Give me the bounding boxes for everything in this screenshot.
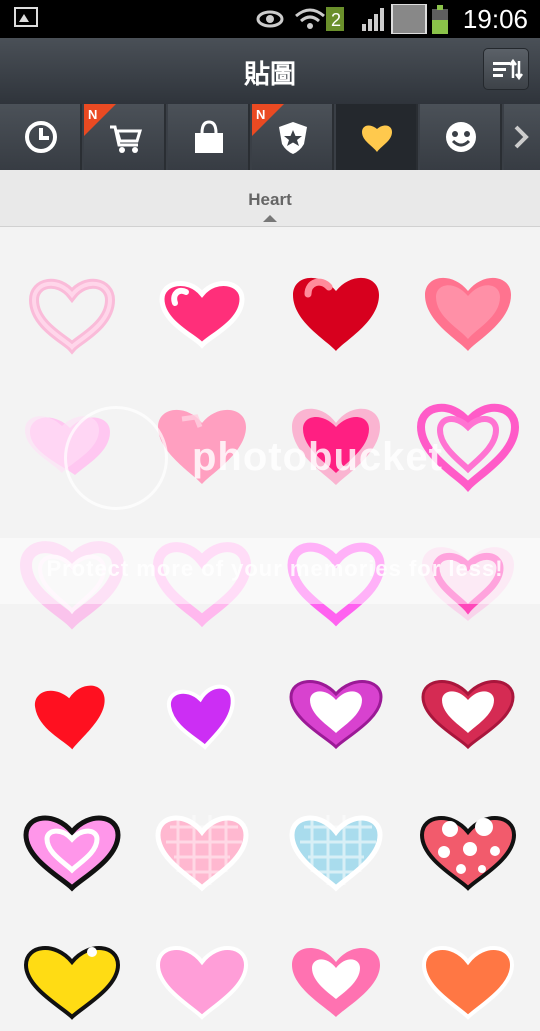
sticker-heart-purple[interactable]	[150, 659, 254, 763]
face-icon	[446, 122, 476, 152]
sticker-heart-pink-ring-partial[interactable]	[284, 927, 388, 1031]
heart-icon	[362, 125, 392, 152]
tab-premium[interactable]: N	[252, 104, 334, 170]
sort-button[interactable]	[483, 48, 529, 90]
chevron-right-icon	[514, 125, 529, 149]
app-header: 貼圖	[0, 38, 540, 104]
watermark-ring	[64, 406, 168, 510]
clock-time: 19:06	[462, 4, 528, 34]
eye-icon	[256, 10, 284, 28]
sticker-heart-orange-partial[interactable]	[416, 927, 520, 1031]
clock-icon	[25, 121, 57, 153]
tabs-scroll-next[interactable]	[504, 104, 540, 170]
sticker-tabs: N N	[0, 104, 540, 170]
cart-icon	[110, 125, 143, 153]
tab-heart[interactable]	[336, 104, 418, 170]
sticker-heart-glossy-pink[interactable]	[150, 257, 254, 361]
new-badge-text: N	[88, 107, 98, 122]
sticker-heart-polka-dot[interactable]	[416, 797, 520, 901]
category-label: Heart	[248, 190, 292, 209]
sticker-heart-red-flat[interactable]	[20, 659, 124, 763]
sticker-heart-red-ring[interactable]	[416, 659, 520, 763]
tab-purchased[interactable]	[168, 104, 250, 170]
gallery-notification-icon	[14, 7, 38, 27]
sticker-heart-outline[interactable]	[20, 257, 124, 361]
page-title: 貼圖	[243, 59, 296, 89]
new-badge-text: N	[256, 107, 266, 122]
tab-recent[interactable]	[0, 104, 82, 170]
sticker-heart-glossy-red[interactable]	[284, 257, 388, 361]
sticker-heart-outlined[interactable]	[20, 797, 124, 901]
screen-icon	[391, 4, 427, 34]
sticker-heart-pink-plaid[interactable]	[150, 797, 254, 901]
sticker-heart-light-pink[interactable]	[416, 257, 520, 361]
signal-icon	[362, 8, 384, 31]
wifi-icon	[295, 8, 325, 29]
battery-icon	[432, 5, 448, 34]
tab-emoji[interactable]	[420, 104, 502, 170]
sticker-heart-purple-ring[interactable]	[284, 659, 388, 763]
status-bar: 2 19:06	[0, 0, 540, 38]
sticker-heart-blue-plaid[interactable]	[284, 797, 388, 901]
sticker-heart-pink-partial[interactable]	[150, 927, 254, 1031]
tab-shop[interactable]: N	[84, 104, 166, 170]
watermark-brand: photobucket	[192, 435, 443, 479]
watermark-text: Protect more of your memories for less!	[46, 556, 504, 581]
caret-up-icon	[263, 215, 277, 222]
shield-star-icon	[279, 122, 307, 154]
category-header[interactable]: Heart	[0, 170, 540, 228]
status-icons: 2	[256, 4, 448, 34]
bag-icon	[195, 120, 223, 153]
sort-icon	[493, 58, 523, 81]
sim-number: 2	[331, 10, 341, 30]
sticker-heart-yellow[interactable]	[20, 927, 124, 1031]
